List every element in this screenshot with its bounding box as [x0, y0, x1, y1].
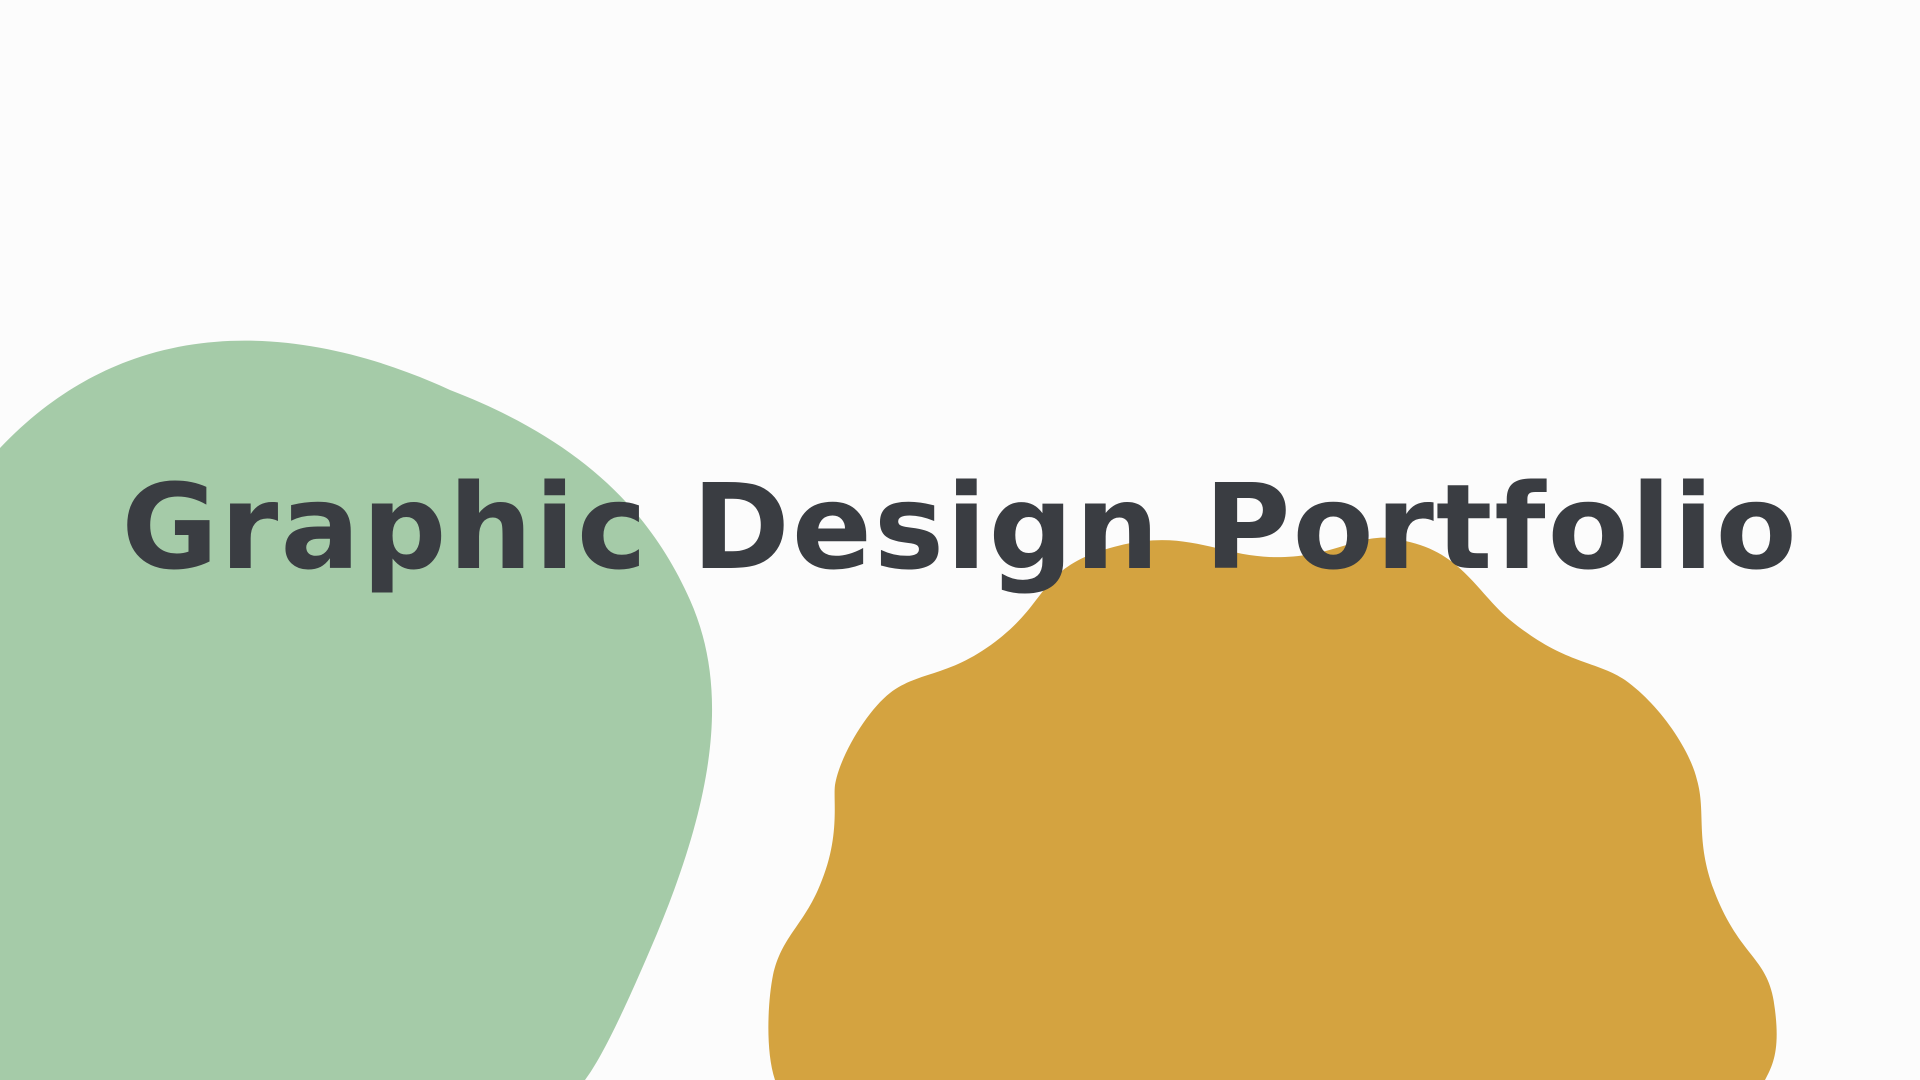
slide-canvas: Graphic Design Portfolio: [0, 0, 1920, 1080]
mustard-blob-path: [768, 537, 1777, 1080]
portfolio-title: Graphic Design Portfolio: [121, 458, 1799, 596]
